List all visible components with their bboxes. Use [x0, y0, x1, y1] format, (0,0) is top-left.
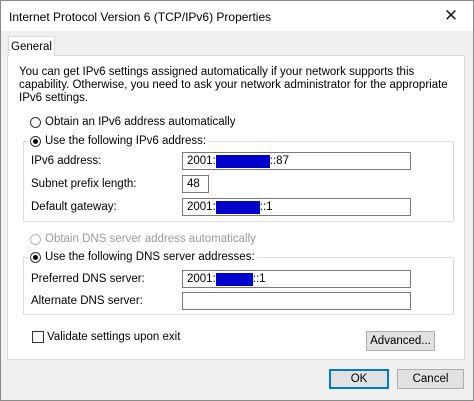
radio-button[interactable]: [30, 233, 41, 245]
window-title: Internet Protocol Version 6 (TCP/IPv6) P…: [9, 10, 272, 24]
cancel-button[interactable]: Cancel: [397, 369, 464, 389]
validate-checkbox[interactable]: [32, 331, 44, 343]
radio-use-following-ipv6[interactable]: Use the following IPv6 address:: [28, 135, 209, 147]
title-bar: Internet Protocol Version 6 (TCP/IPv6) P…: [1, 1, 473, 31]
radio-button[interactable]: [30, 251, 41, 263]
redacted-block: [215, 154, 270, 168]
radio-use-following-dns[interactable]: Use the following DNS server addresses:: [28, 251, 257, 263]
radio-label: Use the following IPv6 address:: [45, 135, 207, 147]
redacted-block: [215, 272, 253, 286]
preferred-dns-prefix: 2001:: [187, 273, 216, 285]
advanced-button[interactable]: Advanced...: [366, 331, 435, 351]
radio-label: Use the following DNS server addresses:: [45, 251, 255, 263]
tab-general[interactable]: General: [8, 36, 55, 56]
ipv6-address-label: IPv6 address:: [31, 155, 102, 167]
ipv6-address-field[interactable]: 2001: ::87: [182, 152, 411, 170]
gateway-prefix: 2001:: [187, 201, 216, 213]
redacted-block: [215, 200, 260, 214]
preferred-dns-suffix: ::1: [252, 273, 266, 285]
alternate-dns-field[interactable]: [182, 292, 411, 310]
ipv6-address-suffix: ::87: [269, 155, 289, 167]
default-gateway-label: Default gateway:: [31, 201, 117, 213]
radio-label: Obtain DNS server address automatically: [45, 233, 256, 245]
intro-text: You can get IPv6 settings assigned autom…: [19, 66, 448, 104]
radio-obtain-ipv6-auto[interactable]: Obtain an IPv6 address automatically: [30, 116, 236, 128]
radio-label: Obtain an IPv6 address automatically: [45, 116, 236, 128]
preferred-dns-label: Preferred DNS server:: [31, 273, 145, 285]
subnet-prefix-field[interactable]: 48: [182, 175, 209, 193]
close-icon[interactable]: ✕: [429, 1, 473, 31]
radio-button[interactable]: [30, 135, 41, 147]
ipv6-address-prefix: 2001:: [187, 155, 216, 167]
ok-button[interactable]: OK: [329, 369, 389, 389]
radio-obtain-dns-auto[interactable]: Obtain DNS server address automatically: [30, 233, 256, 245]
alternate-dns-label: Alternate DNS server:: [31, 295, 143, 307]
preferred-dns-field[interactable]: 2001: ::1: [182, 270, 411, 288]
default-gateway-field[interactable]: 2001: ::1: [182, 198, 411, 216]
subnet-prefix-label: Subnet prefix length:: [31, 178, 137, 190]
gateway-suffix: ::1: [259, 201, 273, 213]
validate-label: Validate settings upon exit: [47, 331, 181, 343]
radio-button[interactable]: [30, 116, 41, 128]
